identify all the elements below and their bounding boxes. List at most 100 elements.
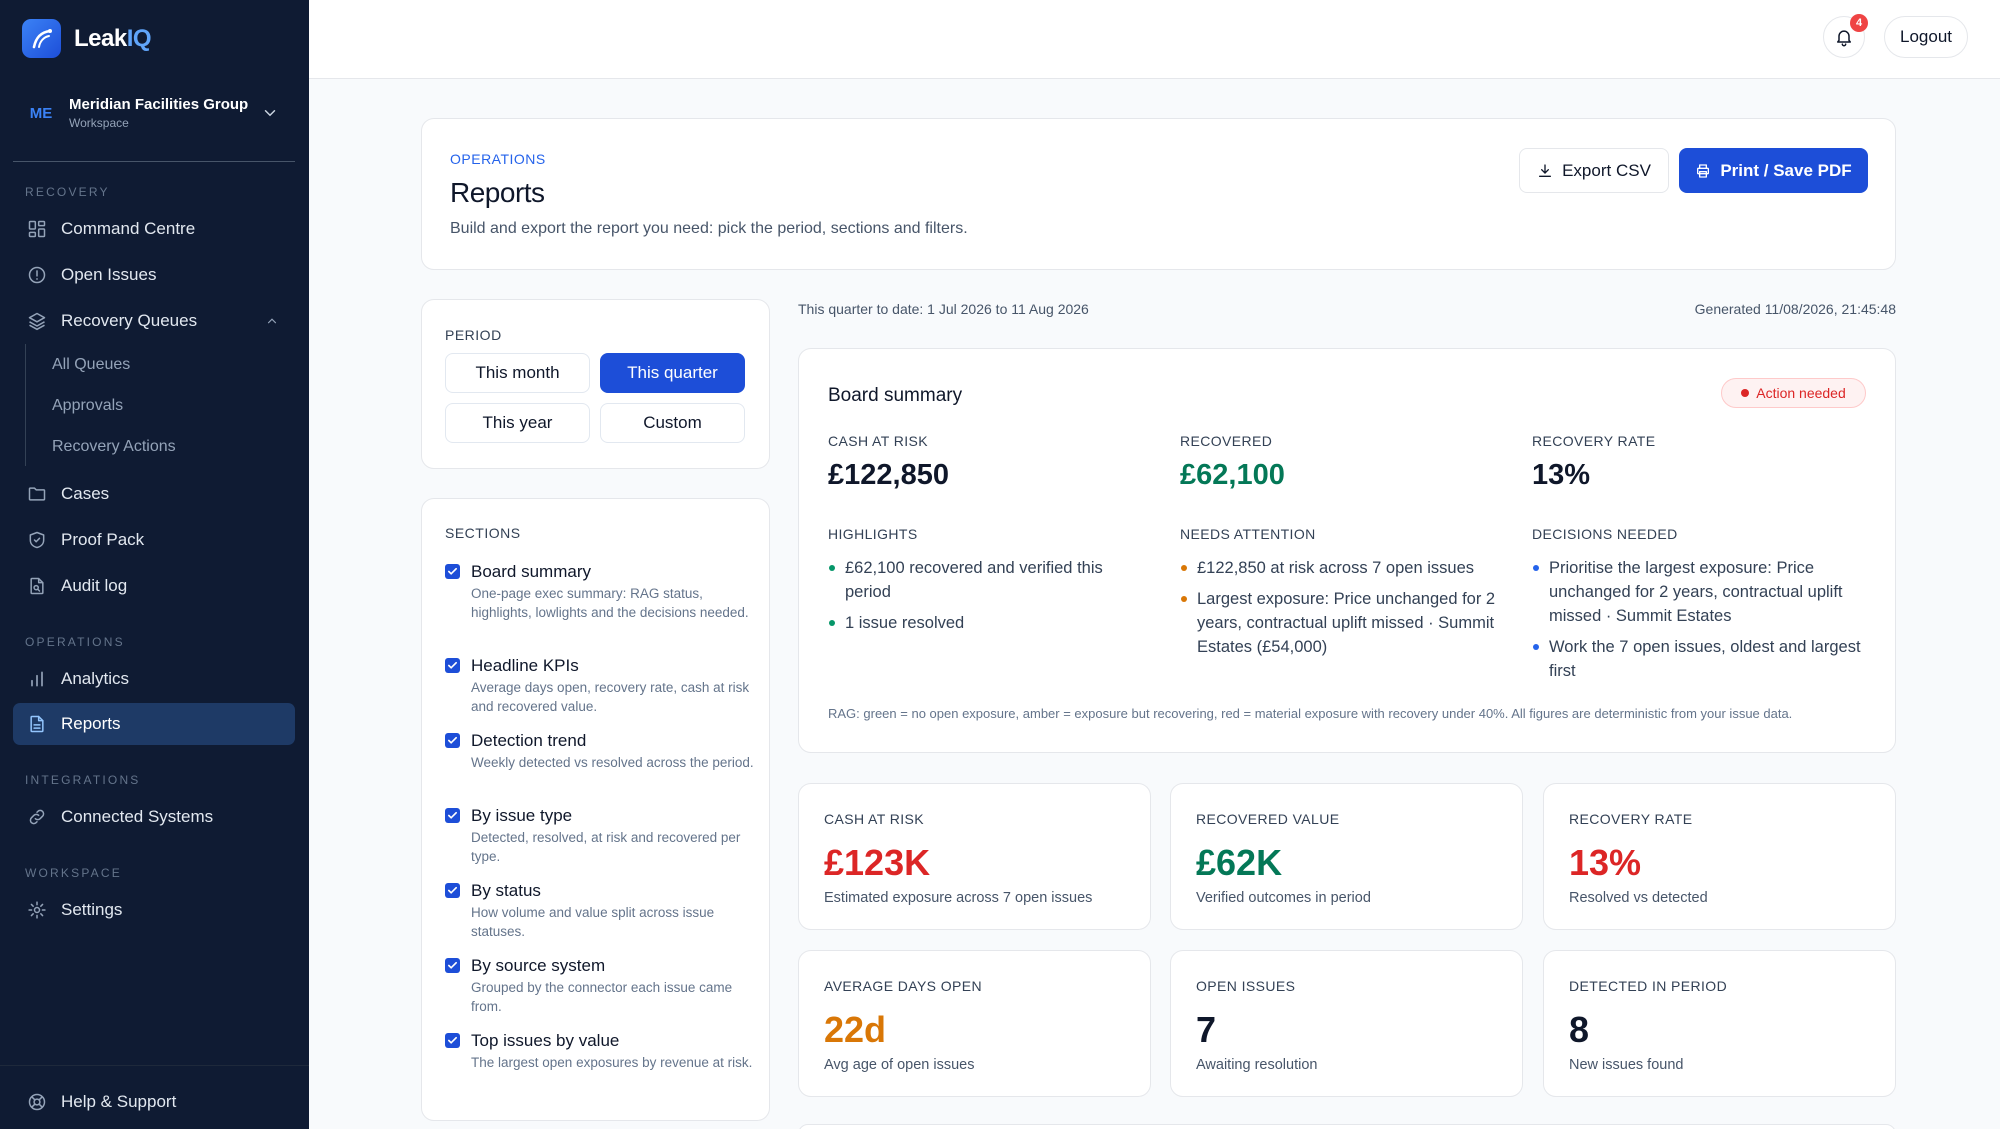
sidebar-item-cases[interactable]: Cases (13, 473, 295, 515)
kpi-label: RECOVERY RATE (1569, 811, 1693, 827)
sidebar-item-analytics[interactable]: Analytics (13, 658, 295, 700)
section-option-detection-trend[interactable]: Detection trend Weekly detected vs resol… (445, 730, 755, 772)
section-option-title: By source system (471, 956, 606, 975)
sidebar-item-label: Command Centre (61, 219, 196, 238)
sidebar-item-command-centre[interactable]: Command Centre (13, 208, 295, 250)
highlights-label: HIGHLIGHTS (828, 526, 918, 542)
workspace-switcher[interactable]: ME Meridian Facilities Group Workspace (13, 84, 295, 142)
kpi-label: OPEN ISSUES (1196, 978, 1296, 994)
life-buoy-icon (26, 1091, 48, 1113)
link-icon (26, 806, 48, 828)
checkbox-checked[interactable] (445, 1033, 460, 1048)
list-item: 1 issue resolved (828, 611, 1138, 635)
kpi-value: £123K (824, 842, 931, 883)
kpi-label: AVERAGE DAYS OPEN (824, 978, 982, 994)
page-title: Reports (450, 177, 545, 208)
sidebar-item-label: Cases (61, 484, 110, 503)
checkbox-checked[interactable] (445, 808, 460, 823)
sidebar-subitem-all-queues[interactable]: All Queues (52, 356, 130, 374)
sidebar-item-recovery-queues[interactable]: Recovery Queues (13, 300, 295, 342)
section-option-desc: Average days open, recovery rate, cash a… (471, 680, 750, 714)
section-option-desc: One-page exec summary: RAG status, highl… (471, 586, 749, 620)
kpi-subtext: Estimated exposure across 7 open issues (824, 890, 1093, 906)
metric-value: £122,850 (828, 459, 949, 491)
submenu-line (25, 344, 26, 466)
printer-icon (1697, 163, 1710, 178)
section-option-headline-kpis[interactable]: Headline KPIs Average days open, recover… (445, 655, 755, 716)
section-option-desc: Weekly detected vs resolved across the p… (471, 755, 754, 770)
list-item: £62,100 recovered and verified this peri… (828, 556, 1138, 604)
export-csv-button[interactable]: Export CSV (1519, 148, 1669, 193)
kpi-label: RECOVERED VALUE (1196, 811, 1340, 827)
section-option-board-summary[interactable]: Board summary One-page exec summary: RAG… (445, 561, 755, 622)
download-icon (1539, 163, 1552, 177)
section-option-desc: Grouped by the connector each issue came… (471, 980, 733, 1014)
kpi-value: 13% (1569, 842, 1642, 883)
checkbox-checked[interactable] (445, 658, 460, 673)
checkbox-checked[interactable] (445, 883, 460, 898)
period-label: PERIOD (445, 327, 502, 343)
kpi-label: CASH AT RISK (824, 811, 924, 827)
file-search-icon (26, 575, 48, 597)
period-option-this-quarter[interactable]: This quarter (600, 353, 745, 393)
kpi-subtext: Avg age of open issues (824, 1057, 975, 1073)
kpi-value: 22d (824, 1009, 887, 1050)
logo-icon (22, 19, 61, 58)
metric-label: RECOVERED (1180, 433, 1273, 449)
kpi-card-cash-at-risk: CASH AT RISK £123K Estimated exposure ac… (798, 783, 1151, 930)
kpi-card-recovery-rate: RECOVERY RATE 13% Resolved vs detected (1543, 783, 1896, 930)
sidebar-item-audit-log[interactable]: Audit log (13, 565, 295, 607)
sidebar-subitem-recovery-actions[interactable]: Recovery Actions (52, 438, 176, 456)
sidebar-item-label: Settings (61, 900, 123, 919)
sidebar-item-help[interactable]: Help & Support (13, 1081, 295, 1123)
next-section-card (798, 1124, 1896, 1129)
section-option-title: By status (471, 881, 541, 900)
sidebar-subitem-approvals[interactable]: Approvals (52, 397, 123, 415)
chevron-down-icon (264, 110, 276, 117)
board-needs-attention: NEEDS ATTENTION £122,850 at risk across … (1180, 526, 1510, 666)
sidebar-item-label: Reports (61, 714, 121, 733)
sidebar-footer-divider (0, 1065, 309, 1066)
list-item: Work the 7 open issues, oldest and large… (1532, 635, 1867, 683)
print-pdf-button[interactable]: Print / Save PDF (1679, 148, 1868, 193)
section-label-recovery: RECOVERY (25, 185, 110, 199)
sidebar-item-open-issues[interactable]: Open Issues (13, 254, 295, 296)
status-dot (1741, 389, 1750, 397)
checkbox-checked[interactable] (445, 564, 460, 579)
sidebar-item-reports[interactable]: Reports (13, 703, 295, 745)
period-option-this-year[interactable]: This year (445, 403, 590, 443)
section-option-by-status[interactable]: By status How volume and value split acr… (445, 880, 755, 941)
section-option-by-source-system[interactable]: By source system Grouped by the connecto… (445, 955, 755, 1016)
sections-card: SECTIONS Board summary One-page exec sum… (421, 498, 770, 1121)
section-option-top-issues[interactable]: Top issues by value The largest open exp… (445, 1030, 755, 1072)
kpi-card-detected-in-period: DETECTED IN PERIOD 8 New issues found (1543, 950, 1896, 1097)
metric-label: CASH AT RISK (828, 433, 928, 449)
folder-icon (26, 483, 48, 505)
period-option-this-month[interactable]: This month (445, 353, 590, 393)
period-option-custom[interactable]: Custom (600, 403, 745, 443)
section-option-by-issue-type[interactable]: By issue type Detected, resolved, at ris… (445, 805, 755, 866)
top-bar (309, 0, 2000, 79)
checkbox-checked[interactable] (445, 733, 460, 748)
sidebar-item-label: Analytics (61, 669, 130, 688)
file-text-icon (26, 713, 48, 735)
sidebar-item-connected-systems[interactable]: Connected Systems (13, 796, 295, 838)
checkbox-checked[interactable] (445, 958, 460, 973)
section-label-workspace: WORKSPACE (25, 866, 122, 880)
report-header-card: OPERATIONS Reports Build and export the … (421, 118, 1896, 270)
board-highlights: HIGHLIGHTS £62,100 recovered and verifie… (828, 526, 1138, 642)
list-item: Prioritise the largest exposure: Price u… (1532, 556, 1867, 628)
app-logo[interactable]: LeakIQ (22, 19, 152, 58)
sidebar-item-proof-pack[interactable]: Proof Pack (13, 519, 295, 561)
sidebar-item-label: Recovery Queues (61, 311, 198, 330)
section-option-desc: How volume and value split across issue … (471, 905, 715, 939)
sidebar: LeakIQ ME Meridian Facilities Group Work… (0, 0, 309, 1129)
attention-label: NEEDS ATTENTION (1180, 526, 1316, 542)
kpi-card-recovered-value: RECOVERED VALUE £62K Verified outcomes i… (1170, 783, 1523, 930)
sidebar-item-settings[interactable]: Settings (13, 889, 295, 931)
logout-button[interactable]: Logout (1884, 16, 1968, 58)
section-option-title: Top issues by value (471, 1031, 620, 1050)
shield-check-icon (26, 529, 48, 551)
page-description: Build and export the report you need: pi… (450, 220, 968, 237)
period-card: PERIOD This month This quarter This year… (421, 299, 770, 469)
